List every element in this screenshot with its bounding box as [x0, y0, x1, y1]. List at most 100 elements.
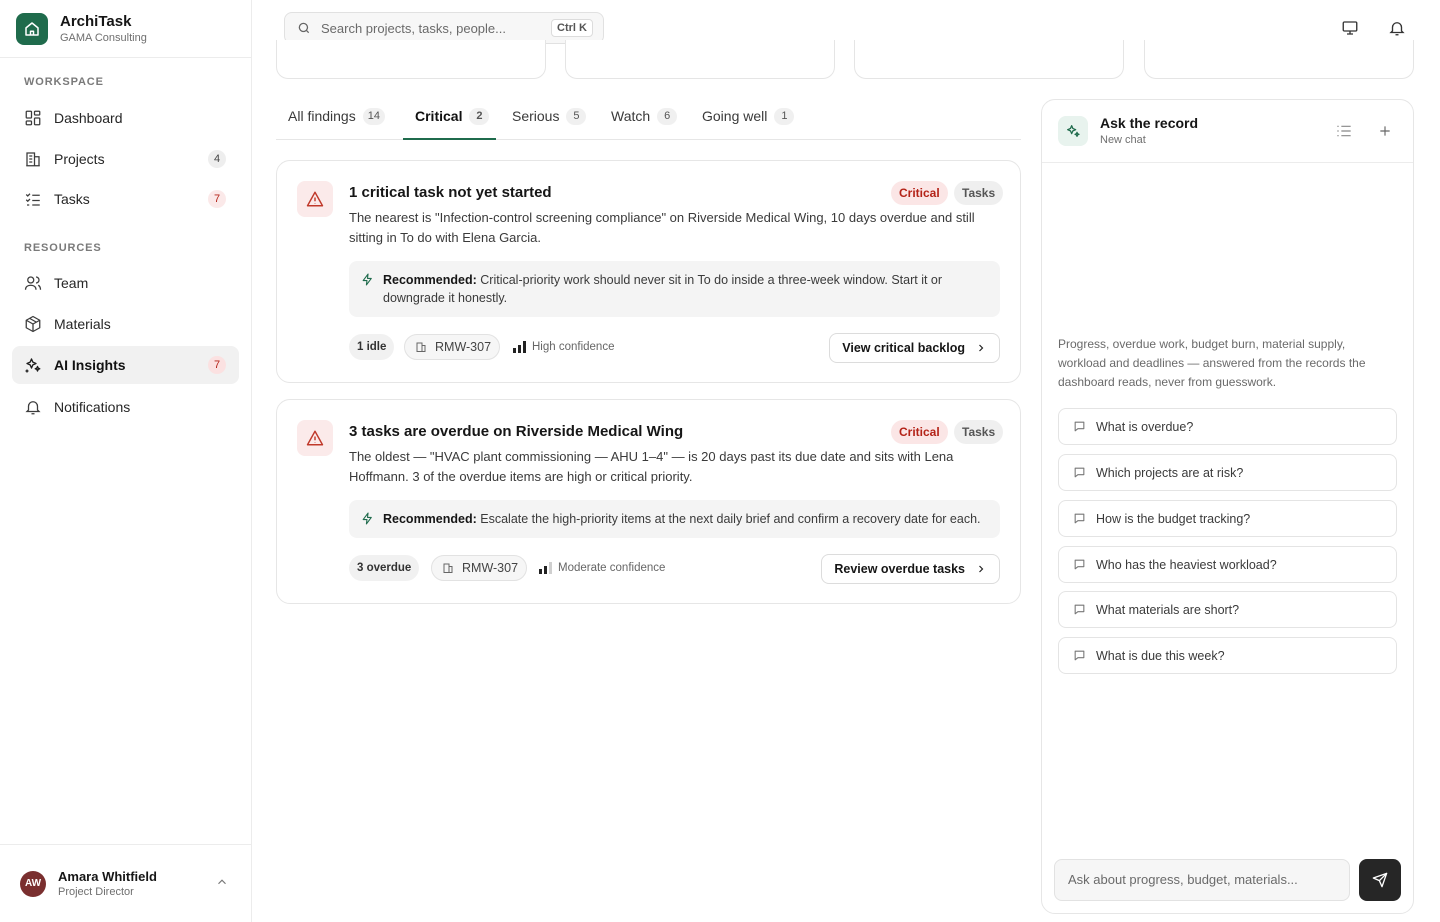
finding-title: 3 tasks are overdue on Riverside Medical… [349, 423, 684, 440]
chevron-right-icon [965, 563, 987, 575]
sidebar-item-materials[interactable]: Materials [12, 305, 239, 343]
project-code-chip[interactable]: RMW-307 [404, 334, 501, 360]
tab-label: All findings [288, 108, 356, 124]
package-icon [24, 315, 42, 333]
warning-triangle-icon [297, 420, 333, 456]
project-code: RMW-307 [462, 561, 519, 575]
ai-insights-count-badge: 7 [208, 356, 226, 374]
message-square-icon [1073, 558, 1086, 571]
view-critical-backlog-button[interactable]: View critical backlog [829, 333, 1000, 363]
suggestion-what-is-overdue[interactable]: What is overdue? [1058, 408, 1397, 445]
sidebar-item-projects[interactable]: Projects 4 [12, 140, 239, 178]
finding-title: 1 critical task not yet started [349, 184, 552, 201]
finding-card: 1 critical task not yet started Critical… [276, 160, 1021, 383]
tab-critical[interactable]: Critical 2 [415, 108, 490, 139]
tab-label: Serious [512, 108, 560, 124]
suggestion-materials-short[interactable]: What materials are short? [1058, 591, 1397, 628]
search-icon [297, 21, 311, 35]
chat-input[interactable]: Ask about progress, budget, materials... [1054, 859, 1350, 901]
ask-the-record-panel: Ask the record New chat Progress, overdu… [1041, 99, 1414, 914]
findings-tabs: All findings 14 Critical 2 Serious 5 Wat… [276, 98, 1021, 140]
bell-icon [24, 398, 42, 416]
user-menu[interactable]: AW Amara Whitfield Project Director [0, 844, 251, 922]
confidence-label: High confidence [532, 341, 615, 353]
send-button[interactable] [1359, 859, 1401, 901]
tab-count: 5 [566, 108, 587, 125]
tab-serious[interactable]: Serious 5 [512, 108, 587, 139]
severity-badge: Critical [891, 181, 948, 205]
send-icon [1372, 872, 1388, 888]
recommendation-box: Recommended: Escalate the high-priority … [349, 500, 1000, 538]
sidebar-item-label: Notifications [54, 399, 131, 415]
monitor-icon[interactable] [1341, 19, 1359, 37]
signal-high-icon [513, 341, 526, 353]
sidebar-item-dashboard[interactable]: Dashboard [12, 99, 239, 137]
sidebar-item-tasks[interactable]: Tasks 7 [12, 180, 239, 218]
sidebar-item-team[interactable]: Team [12, 264, 239, 302]
suggestion-due-this-week[interactable]: What is due this week? [1058, 637, 1397, 674]
suggestion-projects-at-risk[interactable]: Which projects are at risk? [1058, 454, 1397, 491]
confidence-label: Moderate confidence [558, 562, 666, 574]
tab-all-findings[interactable]: All findings 14 [288, 108, 385, 139]
message-square-icon [1073, 420, 1086, 433]
severity-badge: Critical [891, 420, 948, 444]
org-name: GAMA Consulting [60, 31, 147, 44]
stat-chip: 1 idle [349, 334, 395, 360]
suggestion-heaviest-workload[interactable]: Who has the heaviest workload? [1058, 546, 1397, 583]
category-badge: Tasks [954, 420, 1004, 444]
action-label: Review overdue tasks [834, 562, 965, 576]
chat-subtitle: New chat [1100, 134, 1146, 146]
confidence-indicator: Moderate confidence [539, 562, 665, 574]
new-chat-plus-icon[interactable] [1378, 124, 1392, 138]
message-square-icon [1073, 512, 1086, 525]
suggestion-label: How is the budget tracking? [1096, 511, 1251, 526]
chat-intro-text: Progress, overdue work, budget burn, mat… [1058, 337, 1366, 389]
sidebar-item-notifications[interactable]: Notifications [12, 388, 239, 426]
user-name: Amara Whitfield [58, 868, 157, 884]
stat-chip: 3 overdue [349, 555, 420, 581]
tab-watch[interactable]: Watch 6 [611, 108, 678, 139]
recommendation-label: Recommended: [383, 273, 477, 287]
app-name: ArchiTask [60, 12, 132, 30]
users-icon [24, 274, 42, 292]
action-label: View critical backlog [842, 341, 965, 355]
signal-medium-icon [539, 562, 552, 574]
chat-history-list-icon[interactable] [1336, 124, 1352, 138]
review-overdue-tasks-button[interactable]: Review overdue tasks [821, 554, 1000, 584]
sidebar-item-label: Projects [54, 151, 105, 167]
warning-triangle-icon [297, 181, 333, 217]
sidebar-item-label: Dashboard [54, 110, 123, 126]
suggestion-label: What is overdue? [1096, 419, 1194, 434]
chevron-up-icon[interactable] [215, 875, 229, 889]
message-square-icon [1073, 466, 1086, 479]
project-code-chip[interactable]: RMW-307 [431, 555, 528, 581]
suggestion-label: Which projects are at risk? [1096, 465, 1244, 480]
tasks-count-badge: 7 [208, 190, 226, 208]
tab-label: Going well [702, 108, 768, 124]
finding-description: The oldest — "HVAC plant commissioning —… [349, 449, 954, 484]
chat-title: Ask the record [1100, 115, 1199, 131]
message-square-icon [1073, 603, 1086, 616]
suggestion-budget-tracking[interactable]: How is the budget tracking? [1058, 500, 1397, 537]
tab-label: Watch [611, 108, 651, 124]
tab-going-well[interactable]: Going well 1 [702, 108, 795, 139]
projects-count-badge: 4 [208, 150, 226, 168]
avatar: AW [20, 870, 46, 897]
search-placeholder: Search projects, tasks, people... [321, 20, 506, 36]
sidebar-item-ai-insights[interactable]: AI Insights 7 [12, 346, 239, 384]
recommendation-label: Recommended: [383, 512, 477, 526]
finding-card: 3 tasks are overdue on Riverside Medical… [276, 399, 1021, 604]
brand[interactable]: ArchiTask GAMA Consulting [0, 0, 251, 58]
confidence-indicator: High confidence [513, 341, 614, 353]
chevron-right-icon [965, 342, 987, 354]
project-code: RMW-307 [435, 340, 492, 354]
recommendation-text: Escalate the high-priority items at the … [480, 512, 981, 526]
recommendation-box: Recommended: Critical-priority work shou… [349, 261, 1000, 317]
home-logo-icon [16, 12, 48, 45]
notifications-bell-icon[interactable] [1388, 19, 1406, 37]
bolt-icon [361, 272, 374, 287]
summary-card [854, 40, 1124, 79]
list-check-icon [24, 190, 42, 208]
category-badge: Tasks [954, 181, 1004, 205]
building-small-icon [415, 341, 427, 353]
